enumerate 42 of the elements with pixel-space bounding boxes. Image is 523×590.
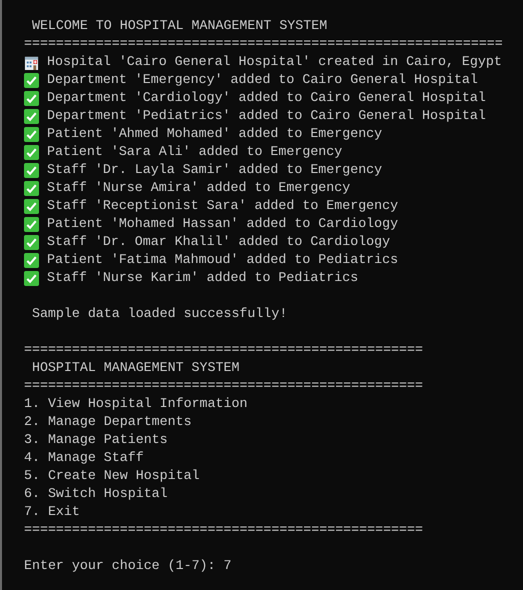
menu-option: 4. Manage Staff — [24, 449, 144, 467]
check-icon — [24, 198, 39, 214]
separator-line: ================================================== — [24, 377, 423, 395]
status-message: Sample data loaded successfully! — [30, 305, 288, 323]
menu-option: 1. View Hospital Information — [24, 395, 248, 413]
hospital-icon — [24, 54, 39, 70]
log-message: Staff 'Nurse Amira' added to Emergency — [47, 179, 350, 197]
menu-option: 5. Create New Hospital — [24, 467, 200, 485]
welcome-title: WELCOME TO HOSPITAL MANAGEMENT SYSTEM — [30, 17, 328, 35]
menu-option: 3. Manage Patients — [24, 431, 168, 449]
separator-line: ================================================== — [24, 521, 423, 539]
log-message: Department 'Emergency' added to Cairo General Hospital — [47, 71, 478, 89]
input-value[interactable]: 7 — [224, 557, 232, 575]
check-icon — [24, 126, 39, 142]
check-icon — [24, 108, 39, 124]
log-message: Staff 'Dr. Omar Khalil' added to Cardiology — [47, 233, 390, 251]
check-icon — [24, 270, 39, 286]
log-message: Patient 'Mohamed Hassan' added to Cardiology — [47, 215, 398, 233]
separator-line: ============================================================ — [24, 35, 503, 53]
log-message: Patient 'Fatima Mahmoud' added to Pediatrics — [47, 251, 398, 269]
log-message: Hospital 'Cairo General Hospital' created in Cairo, Egypt — [47, 53, 502, 71]
check-icon — [24, 252, 39, 268]
log-message: Staff 'Nurse Karim' added to Pediatrics — [47, 269, 358, 287]
menu-option: 7. Exit — [24, 503, 80, 521]
check-icon — [24, 162, 39, 178]
check-icon — [24, 234, 39, 250]
separator-line: ================================================== — [24, 341, 423, 359]
log-message: Staff 'Receptionist Sara' added to Emergency — [47, 197, 398, 215]
log-message: Department 'Pediatrics' added to Cairo General Hospital — [47, 107, 486, 125]
log-message: Staff 'Dr. Layla Samir' added to Emergency — [47, 161, 382, 179]
menu-option: 6. Switch Hospital — [24, 485, 168, 503]
check-icon — [24, 72, 39, 88]
check-icon — [24, 90, 39, 106]
prompt-label: Enter your choice (1-7): — [24, 557, 217, 575]
log-message: Patient 'Sara Ali' added to Emergency — [47, 143, 342, 161]
log-message: Patient 'Ahmed Mohamed' added to Emergency — [47, 125, 382, 143]
menu-title: HOSPITAL MANAGEMENT SYSTEM — [30, 359, 240, 377]
menu-option: 2. Manage Departments — [24, 413, 192, 431]
check-icon — [24, 180, 39, 196]
check-icon — [24, 144, 39, 160]
check-icon — [24, 216, 39, 232]
log-message: Department 'Cardiology' added to Cairo General Hospital — [47, 89, 486, 107]
